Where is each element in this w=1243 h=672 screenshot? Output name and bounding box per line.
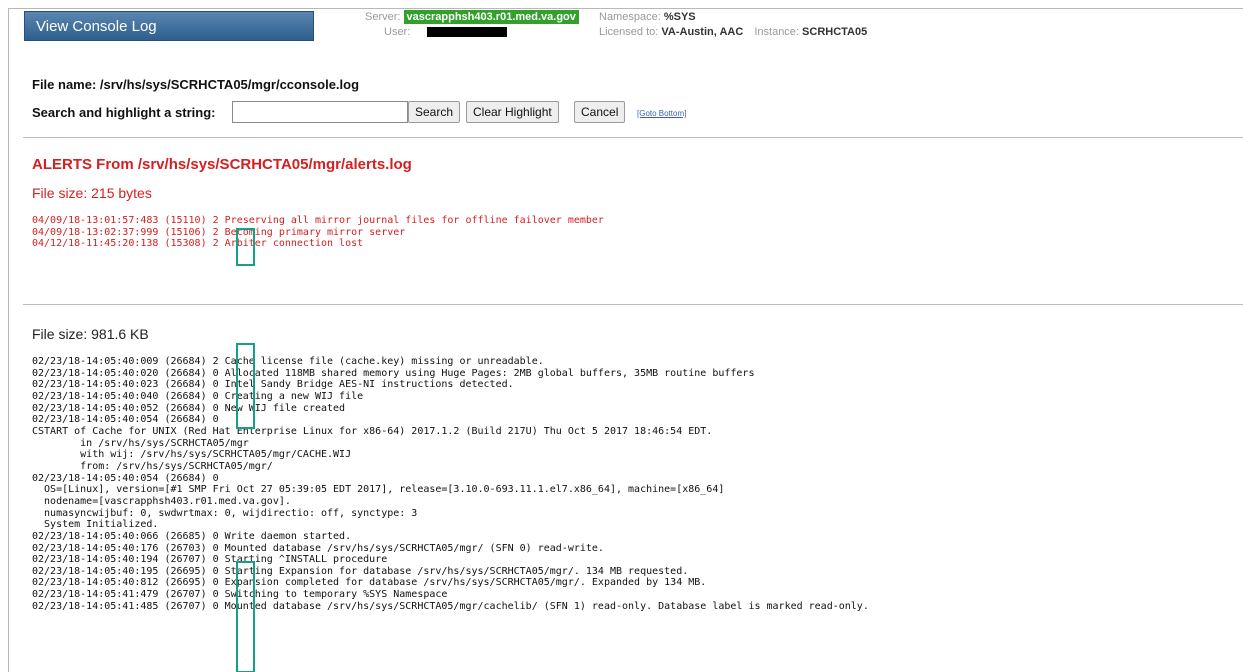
console-severity-highlight-top <box>236 343 255 429</box>
clear-highlight-button[interactable]: Clear Highlight <box>466 101 559 123</box>
console-log: 02/23/18-14:05:40:009 (26684) 2 Cache li… <box>32 356 869 612</box>
server-info: Server: vascrapphsh403.r01.med.va.gov <box>365 10 579 24</box>
header-bar: View Console Log Server: vascrapphsh403.… <box>9 9 1243 41</box>
page-title: View Console Log <box>24 11 314 41</box>
search-button[interactable]: Search <box>408 101 461 123</box>
server-value: vascrapphsh403.r01.med.va.gov <box>403 10 579 24</box>
divider <box>23 304 1243 305</box>
user-info: User: <box>384 26 508 38</box>
console-file-size: File size: 981.6 KB <box>32 326 149 342</box>
alerts-file-size: File size: 215 bytes <box>32 185 152 201</box>
user-redacted <box>427 27 508 38</box>
alerts-severity-highlight <box>236 228 255 266</box>
alerts-log-text: 04/09/18-13:01:57:483 (15110) 2 Preservi… <box>32 215 604 250</box>
cancel-button[interactable]: Cancel <box>574 101 626 123</box>
user-label: User: <box>384 26 411 38</box>
console-log-page: View Console Log Server: vascrapphsh403.… <box>8 8 1243 672</box>
search-label: Search and highlight a string: <box>32 105 216 120</box>
namespace-info: Namespace: %SYS <box>599 11 696 23</box>
licensed-value: VA-Austin, AAC <box>661 26 744 38</box>
instance-value: SCRHCTA05 <box>802 26 868 38</box>
namespace-label: Namespace: <box>599 11 661 23</box>
goto-bottom-link[interactable]: [Goto Bottom] <box>637 109 686 118</box>
licensed-label: Licensed to: <box>599 26 659 38</box>
search-row: Search and highlight a string: Search Cl… <box>32 101 732 123</box>
namespace-value: %SYS <box>663 11 696 23</box>
server-label: Server: <box>365 11 401 23</box>
divider <box>23 137 1243 138</box>
license-info: Licensed to: VA-Austin, AAC Instance: SC… <box>599 26 867 38</box>
file-name: File name: /srv/hs/sys/SCRHCTA05/mgr/cco… <box>32 77 360 92</box>
console-log-text: 02/23/18-14:05:40:009 (26684) 2 Cache li… <box>32 356 869 612</box>
alerts-title: ALERTS From /srv/hs/sys/SCRHCTA05/mgr/al… <box>32 156 412 173</box>
alerts-log: 04/09/18-13:01:57:483 (15110) 2 Preservi… <box>32 215 604 250</box>
console-severity-highlight-bottom <box>236 561 255 672</box>
search-input[interactable] <box>232 101 408 123</box>
instance-label: Instance: <box>754 26 799 38</box>
